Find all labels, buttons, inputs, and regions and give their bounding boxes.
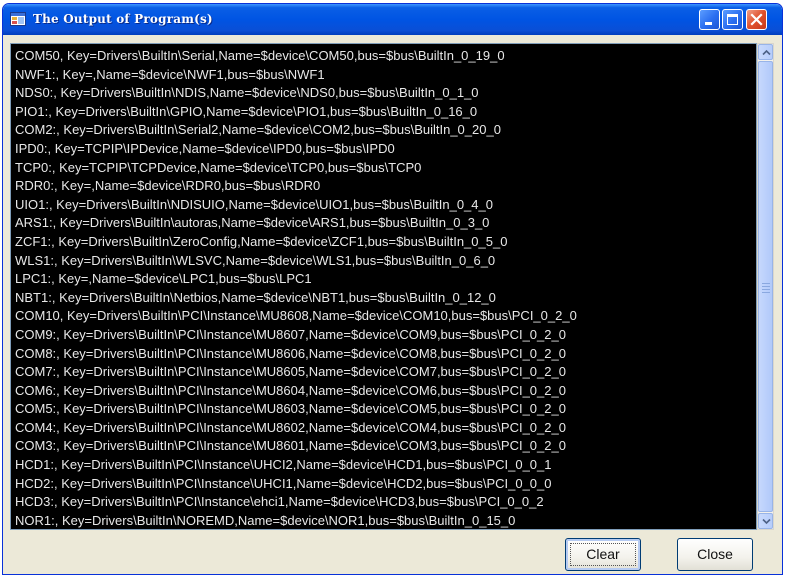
output-line: COM2:, Key=Drivers\BuiltIn\Serial2,Name=… [15, 122, 501, 138]
output-line: WLS1:, Key=Drivers\BuiltIn\WLSVC,Name=$d… [15, 252, 496, 268]
output-line: NDS0:, Key=Drivers\BuiltIn\NDIS,Name=$de… [15, 85, 479, 101]
title-bar[interactable]: The Output of Program(s) [3, 4, 782, 35]
output-line: NBT1:, Key=Drivers\BuiltIn\Netbios,Name=… [15, 289, 496, 305]
output-line: COM4:, Key=Drivers\BuiltIn\PCI\Instance\… [15, 419, 566, 435]
output-line: PIO1:, Key=Drivers\BuiltIn\GPIO,Name=$de… [15, 103, 478, 119]
maximize-button[interactable] [722, 9, 743, 30]
minimize-icon [705, 22, 712, 25]
close-button[interactable]: Close [677, 538, 753, 571]
grip-line [762, 292, 770, 293]
clear-button[interactable]: Clear [565, 538, 641, 571]
output-line: ARS1:, Key=Drivers\BuiltIn\autoras,Name=… [15, 215, 490, 231]
output-window: The Output of Program(s) COM50, Key=Driv… [2, 3, 783, 575]
output-lines: COM50, Key=Drivers\BuiltIn\Serial,Name=$… [15, 47, 756, 529]
output-line: HCD1:, Key=Drivers\BuiltIn\PCI\Instance\… [15, 457, 552, 473]
maximize-icon [727, 14, 738, 25]
chevron-up-icon [762, 49, 771, 56]
output-line: HCD3:, Key=Drivers\BuiltIn\PCI\Instance\… [15, 494, 544, 510]
output-line: ZCF1:, Key=Drivers\BuiltIn\ZeroConfig,Na… [15, 233, 508, 249]
chevron-down-icon [762, 518, 771, 525]
grip-line [762, 283, 770, 284]
output-line: COM3:, Key=Drivers\BuiltIn\PCI\Instance\… [15, 438, 566, 454]
scroll-down-button[interactable] [758, 513, 773, 529]
output-line: COM7:, Key=Drivers\BuiltIn\PCI\Instance\… [15, 364, 566, 380]
output-line: UIO1:, Key=Drivers\BuiltIn\NDISUIO,Name=… [15, 196, 493, 212]
output-line: RDR0:, Key=,Name=$device\RDR0,bus=$bus\R… [15, 178, 321, 194]
output-line: HCD2:, Key=Drivers\BuiltIn\PCI\Instance\… [15, 475, 552, 491]
close-icon [750, 13, 763, 26]
output-line: COM10, Key=Drivers\BuiltIn\PCI\Instance\… [15, 308, 577, 324]
output-line: TCP0:, Key=TCPIP\TCPDevice,Name=$device\… [15, 159, 422, 175]
output-line: COM6:, Key=Drivers\BuiltIn\PCI\Instance\… [15, 382, 566, 398]
focus-ring [570, 543, 636, 566]
vertical-scrollbar[interactable] [757, 43, 774, 530]
output-line: COM5:, Key=Drivers\BuiltIn\PCI\Instance\… [15, 401, 566, 417]
output-line: NOR1:, Key=Drivers\BuiltIn\NOREMD,Name=$… [15, 512, 516, 528]
output-line: COM8:, Key=Drivers\BuiltIn\PCI\Instance\… [15, 345, 566, 361]
scroll-up-button[interactable] [758, 44, 773, 60]
output-line: LPC1:, Key=,Name=$device\LPC1,bus=$bus\L… [15, 271, 312, 287]
grip-line [762, 286, 770, 287]
output-line: IPD0:, Key=TCPIP\IPDevice,Name=$device\I… [15, 140, 395, 156]
output-line: COM9:, Key=Drivers\BuiltIn\PCI\Instance\… [15, 326, 566, 342]
window-title: The Output of Program(s) [33, 12, 213, 26]
output-line: NWF1:, Key=,Name=$device\NWF1,bus=$bus\N… [15, 66, 325, 82]
scroll-thumb[interactable] [758, 61, 773, 512]
close-button-label: Close [697, 546, 733, 562]
close-window-button[interactable] [746, 9, 767, 30]
output-textbox[interactable]: COM50, Key=Drivers\BuiltIn\Serial,Name=$… [10, 43, 757, 530]
grip-line [762, 289, 770, 290]
app-window-icon [10, 12, 26, 26]
output-line: COM50, Key=Drivers\BuiltIn\Serial,Name=$… [15, 48, 505, 63]
minimize-button[interactable] [699, 9, 720, 30]
